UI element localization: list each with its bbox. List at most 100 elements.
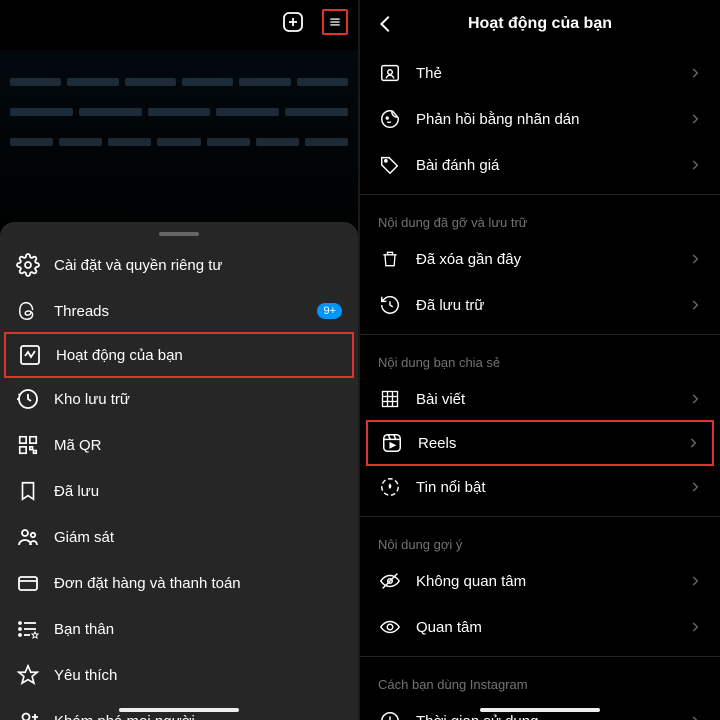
- row-label: Thời gian sử dụng: [416, 713, 674, 720]
- row-label: Reels: [418, 435, 672, 452]
- row-label: Đã lưu trữ: [416, 297, 674, 314]
- header: Hoạt động của bạn: [360, 0, 720, 48]
- chevron-right-icon: [688, 714, 702, 720]
- menu-item-favorites[interactable]: Yêu thích: [0, 652, 358, 698]
- menu-label: Hoạt động của bạn: [56, 347, 340, 364]
- threads-badge: 9+: [317, 303, 342, 319]
- qr-icon: [16, 433, 40, 457]
- chevron-right-icon: [688, 298, 702, 312]
- activity-item-sticker-responses[interactable]: Phản hồi bằng nhãn dán: [360, 96, 720, 142]
- create-post-button[interactable]: [280, 9, 306, 35]
- section-header: Nội dung gợi ý: [360, 523, 720, 558]
- activity-item-interested[interactable]: Quan tâm: [360, 604, 720, 650]
- row-label: Thẻ: [416, 65, 674, 82]
- trash-icon: [378, 247, 402, 271]
- row-label: Không quan tâm: [416, 573, 674, 590]
- divider: [360, 516, 720, 517]
- activity-item-reviews[interactable]: Bài đánh giá: [360, 142, 720, 188]
- menu-label: Threads: [54, 303, 303, 320]
- backdrop-deco: [10, 78, 348, 86]
- grid-icon: [378, 387, 402, 411]
- divider: [360, 194, 720, 195]
- activity-item-archived[interactable]: Đã lưu trữ: [360, 282, 720, 328]
- add-person-icon: [16, 709, 40, 720]
- chevron-right-icon: [688, 480, 702, 494]
- star-icon: [16, 663, 40, 687]
- row-label: Bài đánh giá: [416, 157, 674, 174]
- menu-item-supervision[interactable]: Giám sát: [0, 514, 358, 560]
- menu-label: Đã lưu: [54, 483, 342, 500]
- menu-item-your-activity[interactable]: Hoạt động của bạn: [4, 332, 354, 378]
- menu-item-qr-code[interactable]: Mã QR: [0, 422, 358, 468]
- menu-label: Kho lưu trữ: [54, 391, 342, 408]
- gear-icon: [16, 253, 40, 277]
- row-label: Phản hồi bằng nhãn dán: [416, 111, 674, 128]
- card-icon: [16, 571, 40, 595]
- menu-label: Giám sát: [54, 529, 342, 546]
- home-indicator: [119, 708, 239, 712]
- activity-item-highlights[interactable]: Tin nổi bật: [360, 464, 720, 510]
- profile-menu-screen: Cài đặt và quyền riêng tư Threads 9+ Hoạ…: [0, 0, 360, 720]
- person-frame-icon: [378, 61, 402, 85]
- history-icon: [378, 293, 402, 317]
- chevron-right-icon: [688, 66, 702, 80]
- chevron-right-icon: [688, 158, 702, 172]
- menu-label: Mã QR: [54, 437, 342, 454]
- chevron-right-icon: [688, 112, 702, 126]
- left-top-bar: [0, 0, 358, 44]
- tag-icon: [378, 153, 402, 177]
- backdrop-deco: [10, 138, 348, 146]
- row-label: Bài viết: [416, 391, 674, 408]
- list-star-icon: [16, 617, 40, 641]
- chevron-right-icon: [688, 620, 702, 634]
- activity-icon: [18, 343, 42, 367]
- chevron-right-icon: [688, 392, 702, 406]
- menu-item-orders-payments[interactable]: Đơn đặt hàng và thanh toán: [0, 560, 358, 606]
- menu-label: Cài đặt và quyền riêng tư: [54, 257, 342, 274]
- highlight-icon: [378, 475, 402, 499]
- home-indicator: [480, 708, 600, 712]
- reels-icon: [380, 431, 404, 455]
- chevron-right-icon: [688, 574, 702, 588]
- divider: [360, 656, 720, 657]
- activity-item-not-interested[interactable]: Không quan tâm: [360, 558, 720, 604]
- bottom-sheet-menu: Cài đặt và quyền riêng tư Threads 9+ Hoạ…: [0, 222, 358, 720]
- hamburger-menu-button[interactable]: [322, 9, 348, 35]
- activity-item-tags[interactable]: Thẻ: [360, 50, 720, 96]
- menu-item-threads[interactable]: Threads 9+: [0, 288, 358, 334]
- bookmark-icon: [16, 479, 40, 503]
- menu-item-archive[interactable]: Kho lưu trữ: [0, 376, 358, 422]
- menu-item-saved[interactable]: Đã lưu: [0, 468, 358, 514]
- page-title: Hoạt động của bạn: [404, 15, 676, 33]
- section-header: Nội dung bạn chia sẻ: [360, 341, 720, 376]
- chevron-right-icon: [686, 436, 700, 450]
- menu-label: Đơn đặt hàng và thanh toán: [54, 575, 342, 592]
- section-header: Cách bạn dùng Instagram: [360, 663, 720, 698]
- activity-item-posts[interactable]: Bài viết: [360, 376, 720, 422]
- row-label: Tin nổi bật: [416, 479, 674, 496]
- menu-label: Bạn thân: [54, 621, 342, 638]
- threads-icon: [16, 299, 40, 323]
- row-label: Đã xóa gần đây: [416, 251, 674, 268]
- your-activity-screen: Hoạt động của bạn Thẻ Phản hồi bằng nhãn…: [360, 0, 720, 720]
- activity-item-recently-deleted[interactable]: Đã xóa gần đây: [360, 236, 720, 282]
- divider: [360, 334, 720, 335]
- activity-item-reels[interactable]: Reels: [366, 420, 714, 466]
- sheet-handle[interactable]: [159, 232, 199, 236]
- activity-scroll[interactable]: Thẻ Phản hồi bằng nhãn dán Bài đánh giá …: [360, 50, 720, 720]
- menu-label: Yêu thích: [54, 667, 342, 684]
- eye-off-icon: [378, 569, 402, 593]
- clock-icon: [378, 709, 402, 720]
- backdrop-deco: [10, 108, 348, 116]
- chevron-right-icon: [688, 252, 702, 266]
- eye-icon: [378, 615, 402, 639]
- sticker-icon: [378, 107, 402, 131]
- sheet-list: Cài đặt và quyền riêng tư Threads 9+ Hoạ…: [0, 242, 358, 720]
- supervision-icon: [16, 525, 40, 549]
- row-label: Quan tâm: [416, 619, 674, 636]
- back-button[interactable]: [372, 10, 400, 38]
- menu-item-settings-privacy[interactable]: Cài đặt và quyền riêng tư: [0, 242, 358, 288]
- archive-icon: [16, 387, 40, 411]
- menu-item-close-friends[interactable]: Bạn thân: [0, 606, 358, 652]
- menu-label: Khám phá mọi người: [54, 713, 342, 720]
